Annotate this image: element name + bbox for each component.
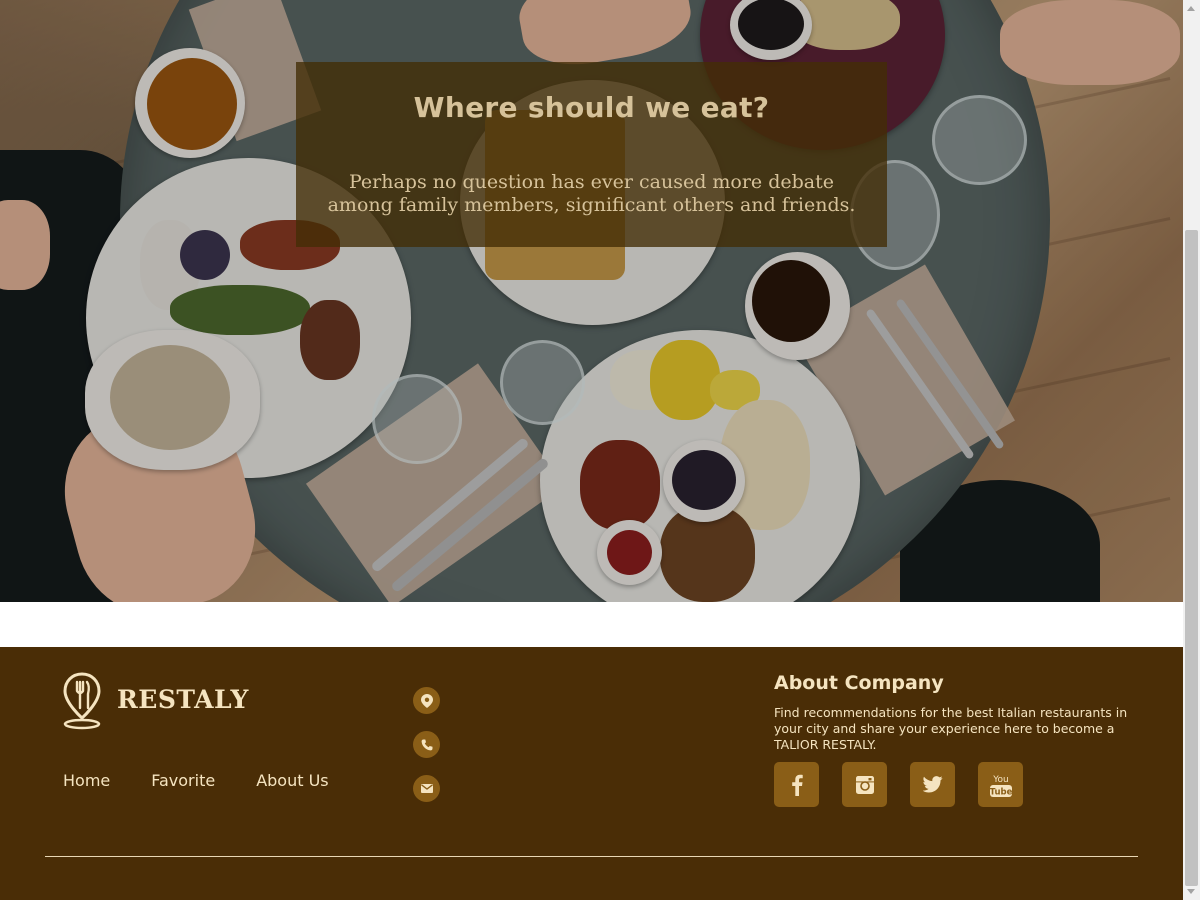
twitter-icon[interactable] [910,762,955,807]
nav-link-favorite[interactable]: Favorite [151,771,215,790]
instagram-icon[interactable] [842,762,887,807]
location-icon[interactable] [413,687,440,714]
svg-text:Tube: Tube [989,787,1012,797]
phone-icon[interactable] [413,731,440,758]
footer-divider [45,856,1138,857]
hero-banner: Where should we eat? Perhaps no question… [0,0,1183,602]
mail-icon[interactable] [413,775,440,802]
nav-link-about-us[interactable]: About Us [256,771,328,790]
site-footer: RESTALY Home Favorite About Us About Com… [0,647,1183,900]
youtube-icon[interactable]: You Tube [978,762,1023,807]
hero-title: Where should we eat? [413,91,770,124]
restaurant-pin-logo-icon[interactable] [63,672,101,730]
brand-name[interactable]: RESTALY [117,685,249,714]
scroll-up-arrow-icon[interactable] [1187,6,1195,11]
scroll-down-arrow-icon[interactable] [1187,889,1195,894]
scrollbar-thumb[interactable] [1185,230,1198,886]
nav-link-home[interactable]: Home [63,771,110,790]
footer-nav: Home Favorite About Us [63,771,329,790]
svg-text:You: You [992,775,1009,785]
about-company-text: Find recommendations for the best Italia… [774,705,1128,752]
facebook-icon[interactable] [774,762,819,807]
about-company-heading: About Company [774,672,944,694]
hero-caption-box: Where should we eat? Perhaps no question… [296,62,887,247]
hero-description: Perhaps no question has ever caused more… [327,171,856,216]
